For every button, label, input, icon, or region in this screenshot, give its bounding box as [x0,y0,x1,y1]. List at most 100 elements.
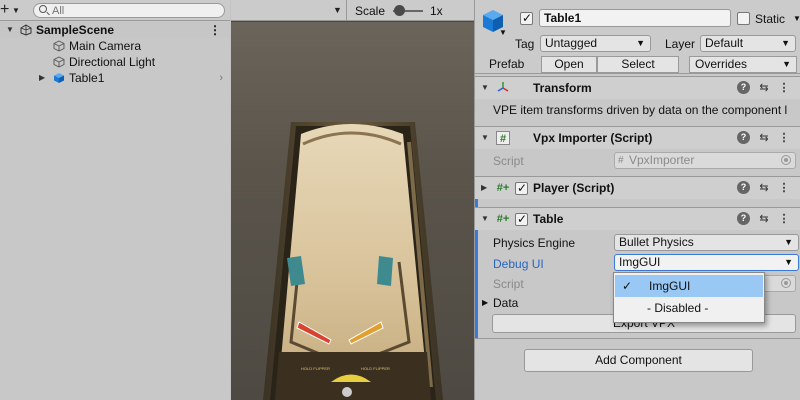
hierarchy-item-directional-light[interactable]: Directional Light [0,54,230,70]
gameobject-icon [53,40,65,52]
scene-view: ▼ Scale 1x HOLD FLIPPER HOLD FLIPPER [231,0,474,400]
hierarchy-search[interactable] [33,3,225,18]
hierarchy-toolbar: + ▼ [0,0,230,21]
scale-value: 1x [430,4,443,18]
help-icon[interactable]: ? [737,181,750,194]
add-script-icon: #+ [496,182,510,194]
help-icon[interactable]: ? [737,81,750,94]
chevron-down-icon: ▼ [782,59,791,69]
item-label: Table1 [69,71,105,85]
kebab-menu-icon[interactable]: ⋮ [777,80,791,96]
prefab-row: Prefab Open Select Overrides ▼ [475,55,800,74]
component-header-buttons: ? ⇆ ⋮ [737,130,797,146]
debug-ui-value: ImgGUI [619,255,661,269]
component-header-buttons: ? ⇆ ⋮ [737,180,797,196]
component-title: Table [533,212,564,226]
debug-ui-options-popup: ✓ ImgGUI - Disabled - [613,272,765,323]
kebab-menu-icon[interactable]: ⋮ [777,180,791,196]
script-icon: # [496,131,510,145]
option-imggui[interactable]: ✓ ImgGUI [615,275,763,297]
search-input[interactable] [52,4,222,17]
expand-arrow-icon[interactable]: ▼ [481,133,489,142]
chevron-down-icon[interactable]: ▼ [793,14,800,23]
hierarchy-item-main-camera[interactable]: Main Camera [0,38,230,54]
active-checkbox[interactable] [520,11,533,25]
create-button[interactable]: + ▼ [0,2,24,19]
game-viewport[interactable]: HOLD FLIPPER HOLD FLIPPER [231,22,474,400]
static-checkbox[interactable] [737,12,750,25]
add-component-button[interactable]: Add Component [524,349,753,372]
chevron-down-icon[interactable]: ▼ [499,28,507,37]
hierarchy-panel: +▼ ▼ SampleScene ⋮ Main Camera Direction… [0,0,230,400]
script-value: VpxImporter [629,153,695,167]
add-script-icon: #+ [496,213,510,225]
script-field: # VpxImporter [614,152,796,169]
static-label: Static [755,12,786,26]
overrides-label: Overrides [695,57,748,71]
expand-arrow-icon[interactable]: ▼ [481,83,489,92]
help-icon[interactable]: ? [737,212,750,225]
preset-icon[interactable]: ⇆ [757,130,771,146]
prefab-select-button[interactable]: Select [597,56,679,73]
component-title: Vpx Importer (Script) [533,131,653,145]
help-icon[interactable]: ? [737,131,750,144]
chevron-right-icon[interactable]: › [219,70,223,86]
expand-arrow-icon[interactable]: ▶ [482,298,488,307]
layer-value: Default [705,36,744,50]
inspector-header: ▼ Static ▼ Tag Untagged▼ Layer Default▼ … [475,0,800,75]
transform-axes-icon [497,82,509,92]
option-label: - Disabled - [647,301,709,315]
component-header-buttons: ? ⇆ ⋮ [737,80,797,96]
script-label: Script [493,154,524,168]
player-header[interactable]: ▶ #+ Player (Script) ? ⇆ ⋮ [475,176,800,199]
hierarchy-item-table1[interactable]: ▶ Table1 › [0,70,230,86]
physics-engine-dropdown[interactable]: Bullet Physics ▼ [614,234,799,251]
chevron-down-icon: ▼ [636,38,645,48]
preset-icon[interactable]: ⇆ [757,180,771,196]
pinball-table-render: HOLD FLIPPER HOLD FLIPPER [263,122,443,400]
player-enabled-checkbox[interactable] [515,181,528,195]
chevron-down-icon: ▼ [12,6,20,15]
inspector-panel: ▼ Static ▼ Tag Untagged ▼ Layer Default ▼ … [474,0,800,400]
item-label: Directional Light [69,55,156,69]
physics-engine-label: Physics Engine [493,236,576,250]
chevron-down-icon: ▼ [784,237,793,247]
table-enabled-checkbox[interactable] [515,212,528,226]
expand-arrow-icon[interactable]: ▼ [6,22,14,38]
scene-row[interactable]: ▼ SampleScene ⋮ [0,22,230,38]
physics-engine-value: Bullet Physics [619,235,694,249]
preset-icon[interactable]: ⇆ [757,80,771,96]
gameobject-icon [53,56,65,68]
kebab-menu-icon[interactable]: ⋮ [777,211,791,227]
script-label: Script [493,277,524,291]
data-foldout-label[interactable]: Data [493,296,518,310]
script-icon: # [618,155,624,166]
preset-icon[interactable]: ⇆ [757,211,771,227]
layer-dropdown[interactable]: Default ▼ [700,35,796,52]
object-picker-icon [781,278,791,288]
component-title: Transform [533,81,592,95]
component-title: Player (Script) [533,181,615,195]
scale-slider-handle[interactable] [394,5,405,16]
prefab-open-button[interactable]: Open [541,56,597,73]
expand-arrow-icon[interactable]: ▼ [481,214,489,223]
expand-arrow-icon[interactable]: ▶ [39,70,45,86]
expand-arrow-icon[interactable]: ▶ [481,183,487,192]
kebab-menu-icon[interactable]: ⋮ [209,22,221,38]
option-disabled[interactable]: - Disabled - [615,297,763,319]
transform-header[interactable]: ▼ Transform ? ⇆ ⋮ [475,76,800,99]
chevron-down-icon[interactable]: ▼ [333,5,342,15]
debug-ui-dropdown[interactable]: ImgGUI ▼ [614,254,799,271]
table-header[interactable]: ▼ #+ Table ? ⇆ ⋮ [475,207,800,230]
object-name-field[interactable] [539,9,731,27]
item-label: Main Camera [69,39,142,53]
kebab-menu-icon[interactable]: ⋮ [777,130,791,146]
search-icon [39,5,47,13]
chevron-down-icon: ▼ [781,38,790,48]
vpx-importer-header[interactable]: ▼ # Vpx Importer (Script) ? ⇆ ⋮ [475,126,800,149]
game-view-toolbar: ▼ Scale 1x [231,0,474,21]
prefab-overrides-dropdown[interactable]: Overrides ▼ [689,56,797,73]
tag-dropdown[interactable]: Untagged ▼ [540,35,651,52]
chevron-down-icon: ▼ [784,257,793,267]
prefab-label: Prefab [489,57,525,71]
